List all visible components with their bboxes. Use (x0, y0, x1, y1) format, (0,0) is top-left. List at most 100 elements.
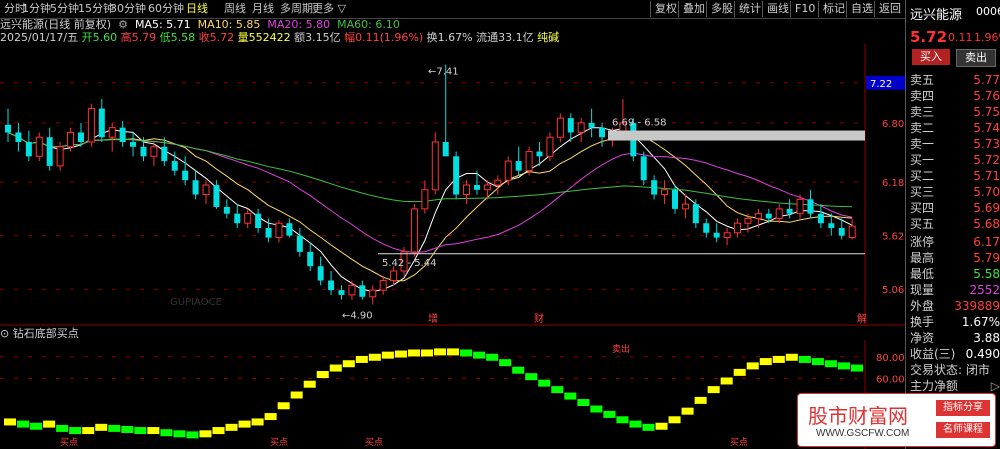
event-marker[interactable]: 财 (534, 312, 544, 325)
candle-body (640, 156, 647, 181)
indicator-bar (434, 348, 447, 356)
indicator-bar (473, 351, 486, 359)
period-tab[interactable]: 60分钟 (148, 1, 184, 17)
main-net-flow[interactable]: 主力净额 ▷ (910, 378, 1000, 394)
candle-body (87, 108, 95, 143)
candle-body (442, 142, 449, 157)
period-tab[interactable]: 多周期 (280, 1, 313, 17)
indicator-bar (4, 418, 17, 426)
quote-panel: 远兴能源 00068 5.72 0.11 1.96% 买入 卖出 卖五5.77 卖… (905, 0, 1000, 449)
tool-button[interactable]: 多股 (706, 1, 737, 17)
axis-label: 6.18 (882, 178, 904, 189)
event-marker[interactable]: 解 (857, 312, 867, 325)
candle-body (348, 284, 356, 296)
candle-body (202, 184, 210, 196)
candle-body (130, 142, 137, 147)
quote-row: 买四 5.69 (910, 201, 1000, 215)
candle-body (255, 213, 262, 228)
sell-button[interactable]: 卖出 (956, 49, 996, 67)
candle-body (431, 141, 439, 191)
candle-body (599, 127, 606, 138)
tool-button[interactable]: 复权 (650, 1, 681, 17)
tool-button[interactable]: 统计 (734, 1, 765, 17)
candle-body (171, 161, 178, 171)
candle-body (556, 117, 564, 138)
indicator-bar (655, 422, 668, 430)
period-tab[interactable]: 5分钟 (50, 1, 79, 17)
period-tab[interactable]: 15分钟 (78, 1, 114, 17)
stock-code: 00068 (976, 5, 1000, 18)
candle-body (588, 122, 595, 128)
indicator-bar (642, 423, 655, 431)
indicator-bar (407, 349, 420, 357)
candle-body (410, 208, 418, 253)
candle-body (754, 213, 762, 219)
axis-label: 5.06 (882, 285, 904, 296)
indicator-bar (43, 420, 56, 428)
event-marker[interactable]: 增 (428, 312, 438, 325)
indicator-bar (629, 420, 642, 428)
candle-body (265, 228, 272, 238)
period-tab[interactable]: 1分钟 (22, 1, 51, 17)
candle-body (546, 136, 554, 157)
axis-label: 7.22 (870, 79, 892, 90)
buy-signal: 买点 (365, 437, 383, 448)
candle-body (786, 208, 793, 214)
candle-body (390, 270, 398, 282)
buy-signal: 买点 (60, 437, 78, 448)
candle-body (67, 131, 75, 148)
candle-body (681, 203, 689, 210)
indicator-bar (538, 379, 551, 387)
concept-label: 纯碱 (537, 31, 560, 44)
buy-button[interactable]: 买入 (912, 49, 950, 65)
quote-row: 买二 5.71 (910, 169, 1000, 183)
sell-signal: 卖出 (612, 343, 630, 355)
indicator-bar (746, 362, 759, 370)
open-label: 开5.60 (81, 31, 118, 44)
quote-row: 卖二 5.74 (910, 121, 1000, 135)
indicator-bar (173, 430, 186, 438)
period-tab[interactable]: 30分钟 (110, 1, 146, 17)
tool-button[interactable]: F10 (790, 1, 819, 17)
candle-body (379, 280, 387, 291)
candle-body (56, 146, 64, 167)
candle-body (359, 285, 366, 297)
settings-icon[interactable]: ⚙ (115, 18, 132, 31)
indicator-bar (512, 366, 525, 374)
current-price: 5.72 (910, 28, 948, 46)
indicator-title: ⊙ 钻石底部买点 (0, 328, 79, 340)
resistance-zone (608, 130, 865, 141)
indicator-bar (720, 377, 733, 385)
candle-body (723, 232, 731, 239)
candle-body (796, 198, 804, 215)
quote-row: 换手 1.67% (910, 315, 1000, 329)
indicator-bar (447, 348, 460, 356)
trade-status: 交易状态: 闭市 (910, 363, 990, 377)
tool-button[interactable]: 标记 (818, 1, 849, 17)
candle-body (838, 228, 845, 236)
tool-button[interactable]: 返回 (874, 1, 905, 17)
period-tab[interactable]: 日线 (186, 1, 208, 17)
candle-body (140, 146, 147, 157)
period-tab[interactable]: 月线 (252, 1, 274, 17)
candle-body (848, 225, 856, 239)
tool-button[interactable]: 叠加 (678, 1, 709, 17)
indicator-bar (460, 349, 473, 357)
indicator-bar (759, 358, 772, 366)
period-tab[interactable]: 周线 (224, 1, 246, 17)
indicator-bar (603, 410, 616, 418)
ma-info-row: 远兴能源(日线 前复权) ⚙ MA5: 5.71 MA10: 5.85 MA20… (0, 19, 400, 31)
chevron-down-icon[interactable]: ⊙ (0, 327, 13, 340)
low-label: 低5.58 (159, 31, 196, 44)
tool-button[interactable]: 画线 (762, 1, 793, 17)
tool-button[interactable]: 自选 (846, 1, 877, 17)
quote-row: 卖四 5.76 (910, 89, 1000, 103)
ma10-label: MA10: 5.85 (197, 18, 261, 31)
period-tab[interactable]: 更多 ▽ (312, 1, 346, 17)
indicator-bar (329, 364, 342, 372)
candle-body (108, 127, 116, 138)
quote-row: 涨停 6.17 (910, 235, 1000, 249)
indicator-chart[interactable]: 买点 买点 买点 买点 卖出 80.00 60.00 (0, 340, 905, 449)
candle-body (421, 189, 429, 210)
price-chart[interactable]: ←7.41 ←4.90 5.42 - 5.44 6.69 - 6.58 GUPIAOCE… (0, 44, 905, 326)
